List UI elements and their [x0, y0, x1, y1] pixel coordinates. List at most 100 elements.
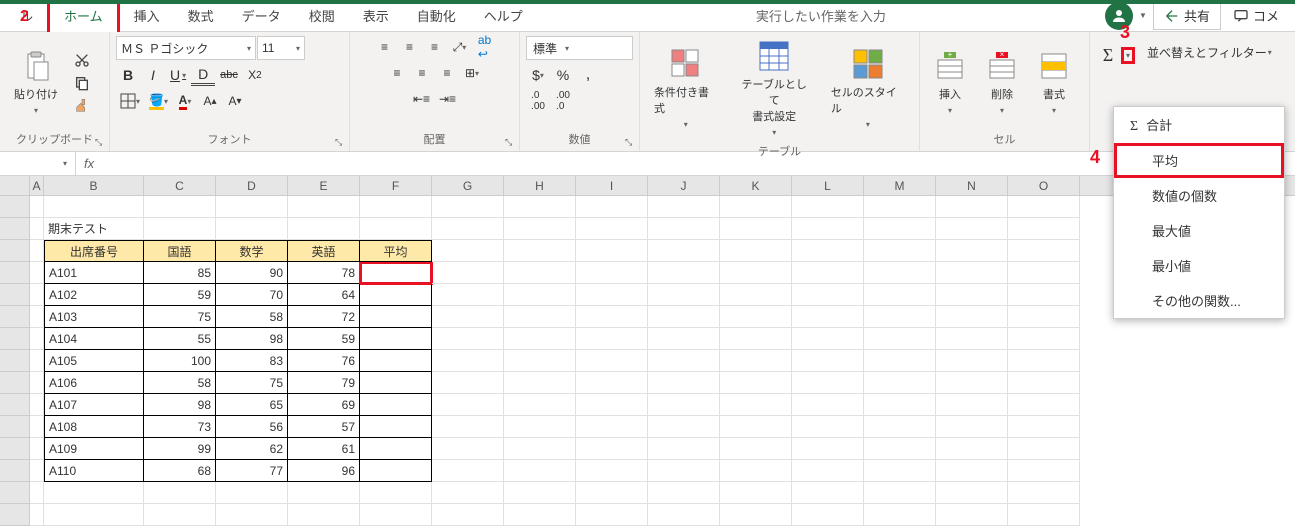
- empty-cell[interactable]: [864, 262, 936, 284]
- row-header[interactable]: [0, 262, 30, 284]
- empty-cell[interactable]: [720, 262, 792, 284]
- clipboard-launcher[interactable]: ⤡: [95, 137, 107, 149]
- empty-cell[interactable]: [432, 416, 504, 438]
- empty-cell[interactable]: [432, 504, 504, 526]
- empty-cell[interactable]: [1008, 460, 1080, 482]
- empty-cell[interactable]: [720, 438, 792, 460]
- insert-cells-button[interactable]: + 挿入▾: [926, 46, 974, 119]
- empty-cell[interactable]: [1008, 196, 1080, 218]
- empty-cell[interactable]: [720, 306, 792, 328]
- cell-sugaku[interactable]: 83: [216, 350, 288, 372]
- cell-title[interactable]: 期末テスト: [44, 218, 144, 240]
- empty-cell[interactable]: [720, 328, 792, 350]
- empty-cell[interactable]: [720, 284, 792, 306]
- increase-decimal-button[interactable]: .0.00: [526, 90, 550, 112]
- increase-indent-button[interactable]: ⇥≡: [435, 88, 460, 110]
- tab-review[interactable]: 校閲: [295, 0, 349, 33]
- cell[interactable]: [30, 482, 44, 504]
- empty-cell[interactable]: [648, 394, 720, 416]
- empty-cell[interactable]: [1008, 394, 1080, 416]
- empty-cell[interactable]: [360, 196, 432, 218]
- empty-cell[interactable]: [144, 482, 216, 504]
- empty-cell[interactable]: [648, 372, 720, 394]
- cell-heikin[interactable]: [360, 350, 432, 372]
- empty-cell[interactable]: [648, 482, 720, 504]
- empty-cell[interactable]: [504, 482, 576, 504]
- underline-button[interactable]: U▾: [166, 64, 190, 86]
- empty-cell[interactable]: [792, 394, 864, 416]
- menu-item-more-functions[interactable]: その他の関数...: [1114, 283, 1284, 318]
- empty-cell[interactable]: [864, 482, 936, 504]
- align-middle-button[interactable]: ≡: [398, 36, 422, 58]
- select-all-corner[interactable]: [0, 176, 30, 195]
- col-header-b[interactable]: B: [44, 176, 144, 195]
- empty-cell[interactable]: [936, 416, 1008, 438]
- empty-cell[interactable]: [576, 196, 648, 218]
- empty-cell[interactable]: [576, 328, 648, 350]
- empty-cell[interactable]: [1008, 504, 1080, 526]
- empty-cell[interactable]: [648, 350, 720, 372]
- empty-cell[interactable]: [432, 438, 504, 460]
- cell[interactable]: [30, 218, 44, 240]
- cell[interactable]: [44, 504, 144, 526]
- empty-cell[interactable]: [432, 350, 504, 372]
- row-header[interactable]: [0, 482, 30, 504]
- empty-cell[interactable]: [792, 306, 864, 328]
- name-box[interactable]: ▾: [0, 152, 76, 175]
- col-header-i[interactable]: I: [576, 176, 648, 195]
- delete-cells-button[interactable]: × 削除▾: [978, 46, 1026, 119]
- cell-heikin[interactable]: [360, 372, 432, 394]
- col-header-f[interactable]: F: [360, 176, 432, 195]
- cell-eigo[interactable]: 64: [288, 284, 360, 306]
- cell[interactable]: [30, 262, 44, 284]
- empty-cell[interactable]: [936, 350, 1008, 372]
- grow-font-button[interactable]: A▴: [198, 90, 222, 112]
- menu-item-max[interactable]: 最大値: [1114, 213, 1284, 248]
- empty-cell[interactable]: [720, 218, 792, 240]
- comma-button[interactable]: ,: [576, 64, 600, 86]
- format-as-table-button[interactable]: テーブルとして 書式設定▾: [730, 36, 819, 141]
- cell-sugaku[interactable]: 58: [216, 306, 288, 328]
- shrink-font-button[interactable]: A▾: [223, 90, 247, 112]
- row-header[interactable]: [0, 504, 30, 526]
- empty-cell[interactable]: [792, 284, 864, 306]
- empty-cell[interactable]: [648, 504, 720, 526]
- empty-cell[interactable]: [792, 372, 864, 394]
- empty-cell[interactable]: [504, 350, 576, 372]
- row-header[interactable]: [0, 196, 30, 218]
- empty-cell[interactable]: [792, 416, 864, 438]
- row-header[interactable]: [0, 328, 30, 350]
- empty-cell[interactable]: [648, 262, 720, 284]
- empty-cell[interactable]: [648, 240, 720, 262]
- italic-button[interactable]: I: [141, 64, 165, 86]
- cell-id[interactable]: A109: [44, 438, 144, 460]
- empty-cell[interactable]: [936, 240, 1008, 262]
- empty-cell[interactable]: [936, 460, 1008, 482]
- menu-item-sum[interactable]: Σ合計: [1114, 107, 1284, 143]
- tell-me-input[interactable]: 実行したい作業を入力: [742, 0, 900, 33]
- empty-cell[interactable]: [864, 394, 936, 416]
- empty-cell[interactable]: [648, 328, 720, 350]
- cell-kokugo[interactable]: 68: [144, 460, 216, 482]
- cell-eigo[interactable]: 96: [288, 460, 360, 482]
- cell-header-id[interactable]: 出席番号: [44, 240, 144, 262]
- empty-cell[interactable]: [576, 284, 648, 306]
- empty-cell[interactable]: [504, 306, 576, 328]
- empty-cell[interactable]: [576, 416, 648, 438]
- menu-item-average[interactable]: 4 平均: [1114, 143, 1284, 178]
- cut-button[interactable]: [70, 49, 94, 71]
- empty-cell[interactable]: [216, 504, 288, 526]
- empty-cell[interactable]: [576, 240, 648, 262]
- empty-cell[interactable]: [576, 460, 648, 482]
- empty-cell[interactable]: [504, 460, 576, 482]
- cell-heikin[interactable]: [360, 306, 432, 328]
- empty-cell[interactable]: [864, 306, 936, 328]
- menu-item-min[interactable]: 最小値: [1114, 248, 1284, 283]
- user-dropdown-caret[interactable]: ▼: [1139, 11, 1147, 20]
- cell-kokugo[interactable]: 58: [144, 372, 216, 394]
- empty-cell[interactable]: [576, 218, 648, 240]
- empty-cell[interactable]: [1008, 416, 1080, 438]
- empty-cell[interactable]: [792, 460, 864, 482]
- cell-heikin[interactable]: [360, 438, 432, 460]
- sort-filter-button[interactable]: 並べ替えとフィルター: [1147, 44, 1267, 61]
